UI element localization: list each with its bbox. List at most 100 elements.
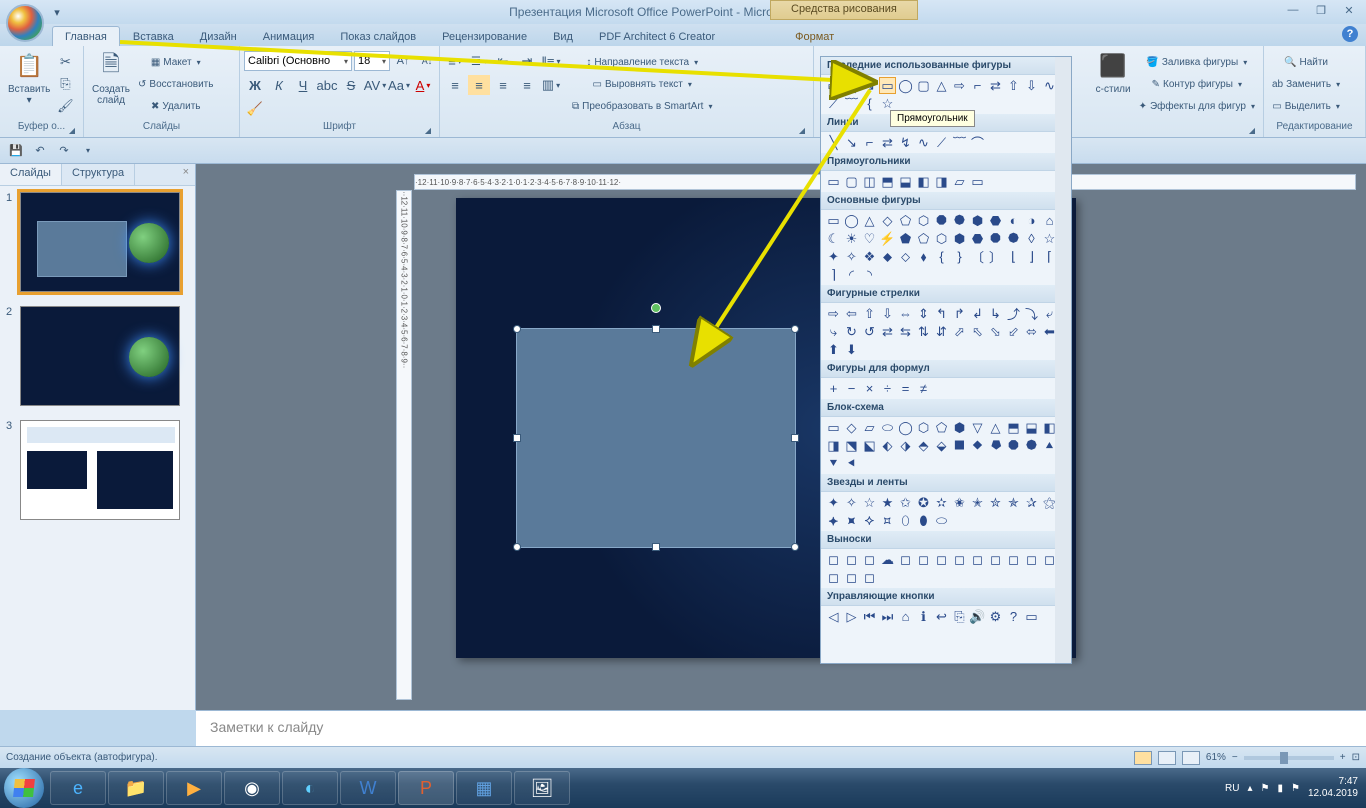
shape-item[interactable]: ⏭	[879, 608, 896, 625]
shape-item[interactable]: ↳	[987, 305, 1004, 322]
tab-animation[interactable]: Анимация	[250, 26, 328, 46]
shape-item[interactable]: ⬇	[843, 341, 860, 358]
slide-thumbnail-2[interactable]	[20, 306, 180, 406]
shape-item[interactable]: ⌒	[969, 134, 986, 151]
resize-handle-w[interactable]	[513, 434, 521, 442]
shape-item[interactable]: ▽	[969, 419, 986, 436]
shape-item[interactable]: ◇	[843, 419, 860, 436]
normal-view-button[interactable]	[1134, 751, 1152, 765]
shape-item[interactable]: ⌊	[1005, 248, 1022, 265]
shape-item[interactable]: ◫	[861, 173, 878, 190]
decrease-indent-button[interactable]: ⇤	[492, 51, 514, 71]
paragraph-launcher-icon[interactable]: ◢	[797, 126, 807, 136]
shrink-font-button[interactable]: A↓	[416, 51, 438, 71]
tab-view[interactable]: Вид	[540, 26, 586, 46]
shape-item[interactable]: ⬢	[951, 419, 968, 436]
shape-item[interactable]: ⇩	[879, 305, 896, 322]
align-text-button[interactable]: ▭ Выровнять текст ▾	[568, 74, 716, 94]
shape-item[interactable]: ≠	[915, 380, 932, 397]
shape-item[interactable]: ⬢	[969, 212, 986, 229]
close-panel-icon[interactable]: ×	[177, 164, 195, 185]
justify-button[interactable]: ≡	[516, 75, 538, 95]
clipboard-launcher-icon[interactable]: ◢	[67, 126, 77, 136]
shape-item[interactable]: ⬓	[1023, 419, 1040, 436]
task-powerpoint[interactable]: P	[398, 771, 454, 805]
format-painter-button[interactable]: 🖌	[54, 96, 76, 116]
resize-handle-s[interactable]	[652, 543, 660, 551]
shape-rounded-rect[interactable]: ▢	[915, 77, 932, 94]
shape-item[interactable]: ▭	[969, 173, 986, 190]
shape-item[interactable]: ♡	[861, 230, 878, 247]
bold-button[interactable]: Ж	[244, 75, 266, 95]
shape-item[interactable]: ⬔	[843, 437, 860, 454]
slides-tab[interactable]: Слайды	[0, 164, 62, 185]
tray-network-icon[interactable]: ▮	[1277, 783, 1283, 794]
shape-item[interactable]: ◑	[1023, 212, 1040, 229]
tray-clock[interactable]: 7:4712.04.2019	[1308, 776, 1362, 800]
shape-item[interactable]: ◧	[915, 173, 932, 190]
shape-item[interactable]: ⤷	[825, 323, 842, 340]
slide-thumbnail-1[interactable]	[20, 192, 180, 292]
shape-item[interactable]: ⚡	[879, 230, 896, 247]
reset-button[interactable]: ↺ Восстановить	[134, 74, 217, 94]
shape-item[interactable]: −	[843, 380, 860, 397]
shape-item[interactable]: ⬂	[987, 323, 1004, 340]
shape-item[interactable]: ✦	[825, 248, 842, 265]
shape-item[interactable]: ☀	[843, 230, 860, 247]
shape-item[interactable]: ⬟	[897, 230, 914, 247]
shape-item[interactable]: ▱	[951, 173, 968, 190]
shape-item[interactable]: ⌂	[897, 608, 914, 625]
shape-item[interactable]: ☆	[861, 494, 878, 511]
shape-item[interactable]: ◁	[825, 608, 842, 625]
shape-item[interactable]: ◻	[969, 551, 986, 568]
shape-item[interactable]: ⇦	[843, 305, 860, 322]
shape-item[interactable]: ⬡	[915, 212, 932, 229]
shape-item[interactable]: 🔊	[969, 608, 986, 625]
task-ie[interactable]: e	[50, 771, 106, 805]
shape-item[interactable]: ▷	[843, 608, 860, 625]
shape-item[interactable]: ◻	[1023, 551, 1040, 568]
replace-button[interactable]: ab Заменить ▾	[1268, 74, 1344, 94]
shape-item[interactable]: ⯃	[987, 230, 1004, 247]
shape-oval[interactable]: ◯	[897, 77, 914, 94]
task-chrome[interactable]: ◉	[224, 771, 280, 805]
shape-item[interactable]: +	[825, 380, 842, 397]
shape-item[interactable]: ✧	[843, 248, 860, 265]
shape-item[interactable]: ⬡	[915, 419, 932, 436]
shape-item[interactable]: ⚙	[987, 608, 1004, 625]
shape-line[interactable]: ╲	[843, 77, 860, 94]
shape-item[interactable]: ⬖	[879, 437, 896, 454]
shape-item[interactable]: ⌉	[825, 266, 842, 283]
shape-item[interactable]: ⌐	[861, 134, 878, 151]
shape-item[interactable]: ☁	[879, 551, 896, 568]
paste-button[interactable]: 📋 Вставить▾	[4, 48, 54, 108]
shape-item[interactable]: ◜	[843, 266, 860, 283]
shape-item[interactable]: ▭	[825, 173, 842, 190]
resize-handle-se[interactable]	[791, 543, 799, 551]
shape-item[interactable]: ⯇	[843, 455, 860, 472]
shadow-button[interactable]: abc	[316, 75, 338, 95]
align-left-button[interactable]: ≡	[444, 75, 466, 95]
shape-item[interactable]: ⬥	[879, 248, 896, 265]
shape-item[interactable]: △	[861, 212, 878, 229]
italic-button[interactable]: К	[268, 75, 290, 95]
shape-item[interactable]: ⯃	[933, 212, 950, 229]
shape-item[interactable]: ✪	[915, 494, 932, 511]
align-right-button[interactable]: ≡	[492, 75, 514, 95]
shape-item[interactable]: ╲	[825, 134, 842, 151]
text-direction-button[interactable]: ↕ Направление текста ▾	[568, 52, 716, 72]
shape-item[interactable]: ℹ	[915, 608, 932, 625]
shape-item[interactable]: ⎘	[951, 608, 968, 625]
sorter-view-button[interactable]	[1158, 751, 1176, 765]
shape-item[interactable]: ⤵	[1023, 305, 1040, 322]
shape-textbox[interactable]: ▭	[825, 77, 842, 94]
shape-item[interactable]: ✰	[1023, 494, 1040, 511]
shape-item[interactable]: 〕	[987, 248, 1004, 265]
shape-item[interactable]: ⬠	[933, 419, 950, 436]
office-button[interactable]	[6, 4, 44, 42]
shape-item[interactable]: ⟋	[933, 134, 950, 151]
shape-item[interactable]: ◯	[897, 419, 914, 436]
zoom-slider[interactable]	[1244, 756, 1334, 760]
shape-item[interactable]: ↰	[933, 305, 950, 322]
shape-fill-button[interactable]: 🪣 Заливка фигуры ▾	[1135, 52, 1259, 72]
